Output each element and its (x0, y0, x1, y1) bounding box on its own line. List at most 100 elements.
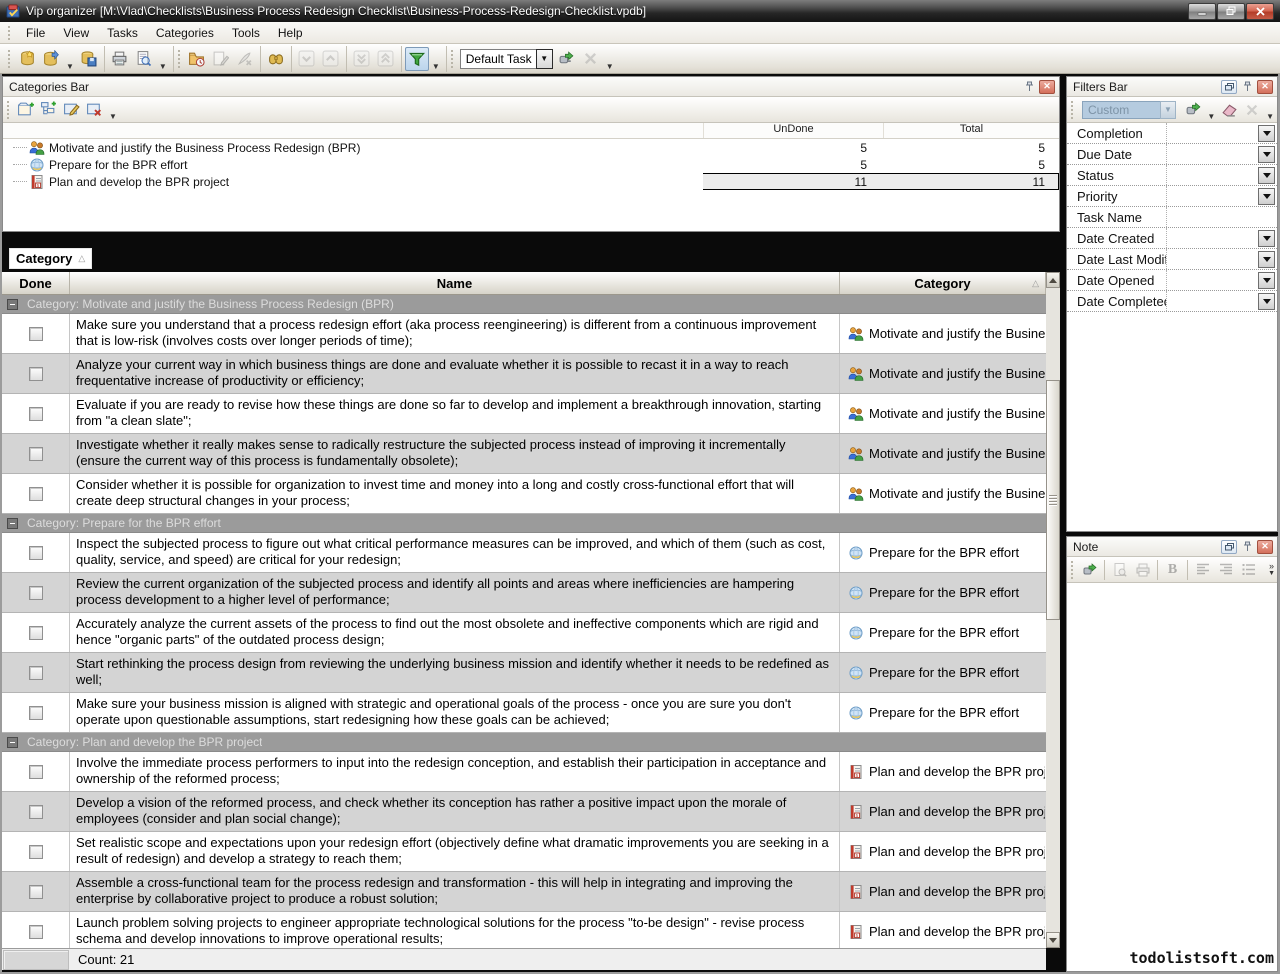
menu-view[interactable]: View (54, 23, 98, 43)
grid-group-row[interactable]: Category: Plan and develop the BPR proje… (2, 733, 1046, 752)
category-tree-row[interactable]: Prepare for the BPR effort 5 5 (3, 156, 1059, 173)
task-checkbox[interactable] (29, 487, 43, 501)
collapse-group-icon[interactable] (7, 518, 18, 529)
filter-preset-value[interactable]: Custom (1082, 101, 1160, 119)
delete-task-button[interactable] (233, 47, 257, 71)
task-category-cell[interactable]: 5 Plan and develop the BPR project (839, 832, 1045, 871)
filters-close-icon[interactable]: ✕ (1257, 80, 1273, 94)
task-row[interactable]: Evaluate if you are ready to revise how … (2, 394, 1046, 434)
edit-task-button[interactable] (209, 47, 233, 71)
menu-categories[interactable]: Categories (147, 23, 223, 43)
task-row[interactable]: Investigate whether it really makes sens… (2, 434, 1046, 474)
filter-dropdown-button[interactable] (1258, 188, 1275, 205)
collapse-group-icon[interactable] (7, 299, 18, 310)
task-category-cell[interactable]: Motivate and justify the Business Proces… (839, 394, 1045, 433)
task-checkbox[interactable] (29, 925, 43, 939)
filter-preset-combo[interactable]: Custom ▼ (1082, 101, 1176, 119)
bold-button[interactable]: B (1161, 559, 1184, 581)
filter-dropdown-button[interactable] (1258, 230, 1275, 247)
new-category-button[interactable] (14, 99, 37, 121)
task-name-cell[interactable]: Start rethinking the process design from… (70, 653, 840, 692)
task-row[interactable]: Make sure you understand that a process … (2, 314, 1046, 354)
apply-filter-button[interactable] (1182, 99, 1204, 121)
category-column-header[interactable]: Category △ (840, 272, 1046, 294)
filter-dropdown-button[interactable] (1258, 251, 1275, 268)
task-name-cell[interactable]: Evaluate if you are ready to revise how … (70, 394, 840, 433)
task-name-cell[interactable]: Accurately analyze the current assets of… (70, 613, 840, 652)
align-right-button[interactable] (1214, 559, 1237, 581)
task-row[interactable]: Consider whether it is possible for orga… (2, 474, 1046, 514)
filter-dropdown-button[interactable] (1258, 125, 1275, 142)
task-category-cell[interactable]: Prepare for the BPR effort (839, 573, 1045, 612)
task-checkbox[interactable] (29, 586, 43, 600)
print-dropdown-caret[interactable]: ▼ (156, 62, 170, 72)
move-up-button[interactable] (319, 47, 343, 71)
filter-value-field[interactable] (1166, 144, 1258, 164)
task-row[interactable]: Involve the immediate process performers… (2, 752, 1046, 792)
filter-value-field[interactable] (1166, 186, 1258, 206)
task-name-cell[interactable]: Develop a vision of the reformed process… (70, 792, 840, 831)
total-column-header[interactable]: Total (883, 123, 1059, 138)
category-tree-row[interactable]: Motivate and justify the Business Proces… (3, 139, 1059, 156)
note-close-icon[interactable]: ✕ (1257, 540, 1273, 554)
task-checkbox[interactable] (29, 447, 43, 461)
task-name-cell[interactable]: Analyze your current way in which busine… (70, 354, 840, 393)
menu-help[interactable]: Help (269, 23, 312, 43)
align-left-button[interactable] (1191, 559, 1214, 581)
task-checkbox[interactable] (29, 546, 43, 560)
cancel-filter-button[interactable] (1241, 99, 1263, 121)
task-category-cell[interactable]: Prepare for the BPR effort (839, 653, 1045, 692)
task-row[interactable]: Analyze your current way in which busine… (2, 354, 1046, 394)
filter-dropdown-button[interactable] (1258, 293, 1275, 310)
task-category-cell[interactable]: Motivate and justify the Business Proces… (839, 474, 1045, 513)
task-category-cell[interactable]: Prepare for the BPR effort (839, 613, 1045, 652)
filter-dropdown-caret[interactable]: ▼ (429, 62, 443, 72)
task-checkbox[interactable] (29, 805, 43, 819)
print-preview-button[interactable] (132, 47, 156, 71)
task-name-cell[interactable]: Assemble a cross-functional team for the… (70, 872, 840, 911)
new-database-button[interactable] (15, 47, 39, 71)
scroll-thumb[interactable] (1046, 380, 1060, 620)
grid-group-row[interactable]: Category: Motivate and justify the Busin… (2, 295, 1046, 314)
filter-value-field[interactable] (1166, 228, 1258, 248)
task-name-cell[interactable]: Review the current organization of the s… (70, 573, 840, 612)
task-checkbox[interactable] (29, 765, 43, 779)
cancel-button[interactable] (579, 47, 603, 71)
group-by-category-button[interactable]: Category △ (9, 248, 92, 269)
collapse-group-icon[interactable] (7, 737, 18, 748)
restore-button[interactable] (1217, 3, 1245, 20)
task-row[interactable]: Accurately analyze the current assets of… (2, 613, 1046, 653)
filter-value-field[interactable] (1166, 207, 1277, 227)
move-to-top-button[interactable] (374, 47, 398, 71)
open-dropdown-caret[interactable]: ▼ (63, 62, 77, 72)
name-column-header[interactable]: Name (70, 272, 840, 294)
apply-task-type-button[interactable] (555, 47, 579, 71)
task-type-value[interactable]: Default Task (460, 49, 536, 69)
minimize-button[interactable] (1188, 3, 1216, 20)
close-button[interactable] (1246, 3, 1274, 20)
filter-dropdown-button[interactable] (1258, 146, 1275, 163)
filter-value-field[interactable] (1166, 165, 1258, 185)
task-name-cell[interactable]: Investigate whether it really makes sens… (70, 434, 840, 473)
task-category-cell[interactable]: Prepare for the BPR effort (839, 533, 1045, 572)
menu-file[interactable]: File (17, 23, 54, 43)
task-category-cell[interactable]: 5 Plan and develop the BPR project (839, 872, 1045, 911)
print-button[interactable] (108, 47, 132, 71)
task-name-cell[interactable]: Inspect the subjected process to figure … (70, 533, 840, 572)
task-category-cell[interactable]: 5 Plan and develop the BPR project (839, 752, 1045, 791)
filter-toggle-button[interactable] (405, 47, 429, 71)
search-button[interactable] (264, 47, 288, 71)
categories-name-header[interactable] (3, 123, 703, 138)
scroll-up-icon[interactable] (1046, 272, 1060, 288)
task-row[interactable]: Set realistic scope and expectations upo… (2, 832, 1046, 872)
task-checkbox[interactable] (29, 626, 43, 640)
task-name-cell[interactable]: Involve the immediate process performers… (70, 752, 840, 791)
task-row[interactable]: Assemble a cross-functional team for the… (2, 872, 1046, 912)
apply-filter-caret[interactable]: ▼ (1204, 112, 1218, 122)
task-type-dropdown[interactable]: ▼ (536, 49, 553, 69)
filter-preset-dropdown[interactable]: ▼ (1160, 101, 1176, 119)
move-to-bottom-button[interactable] (350, 47, 374, 71)
filter-value-field[interactable] (1166, 291, 1258, 311)
task-type-combo[interactable]: Default Task ▼ (460, 49, 553, 69)
print-note-button[interactable] (1131, 559, 1154, 581)
